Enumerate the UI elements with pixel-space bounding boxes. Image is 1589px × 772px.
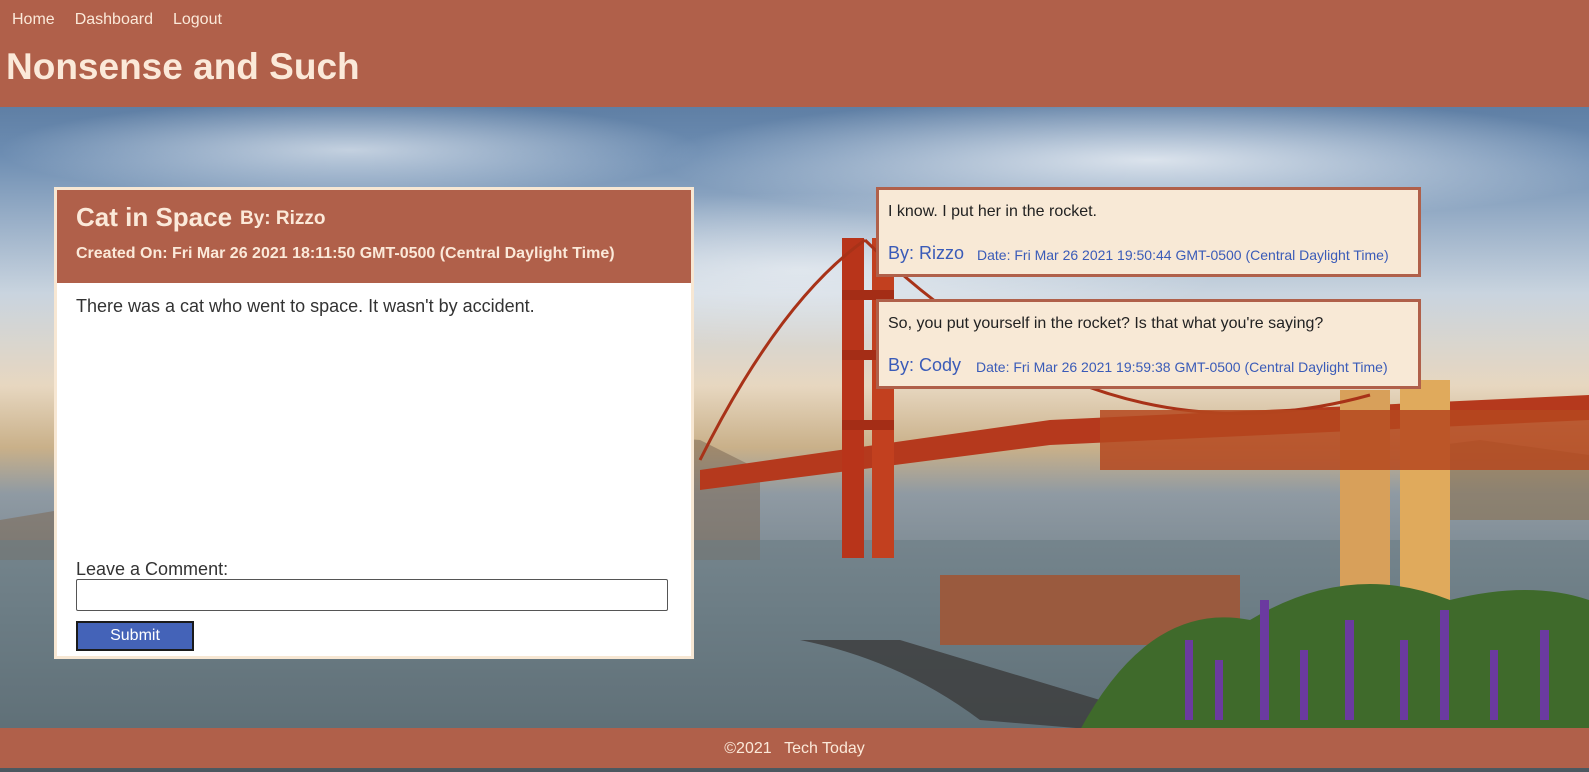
nav-home-link[interactable]: Home xyxy=(12,11,55,29)
comment-text: I know. I put her in the rocket. xyxy=(888,203,1097,220)
comment-item: I know. I put her in the rocket. By: Riz… xyxy=(876,187,1421,277)
comment-label: Leave a Comment: xyxy=(76,559,229,579)
comment-date: Date: Fri Mar 26 2021 19:59:38 GMT-0500 … xyxy=(976,359,1388,375)
post-card: Cat in Space By: Rizzo Created On: Fri M… xyxy=(54,187,694,659)
comment-text: So, you put yourself in the rocket? Is t… xyxy=(888,315,1324,332)
comment-input[interactable] xyxy=(76,579,668,611)
site-footer: ©2021 Tech Today xyxy=(0,728,1589,768)
comment-author: By: Rizzo xyxy=(888,243,965,263)
site-title: Nonsense and Such xyxy=(6,46,360,87)
comment-author: By: Cody xyxy=(888,355,962,375)
post-title: Cat in Space xyxy=(76,202,233,232)
comment-date: Date: Fri Mar 26 2021 19:50:44 GMT-0500 … xyxy=(977,247,1389,263)
post-header: Cat in Space By: Rizzo Created On: Fri M… xyxy=(57,190,691,283)
post-author: By: Rizzo xyxy=(240,208,326,229)
footer-content: ©2021 Tech Today xyxy=(0,740,1589,758)
post-body: There was a cat who went to space. It wa… xyxy=(76,296,535,316)
site-header: Home Dashboard Logout Nonsense and Such xyxy=(0,0,1589,107)
main-nav: Home Dashboard Logout xyxy=(12,11,222,29)
post-created-date: Created On: Fri Mar 26 2021 18:11:50 GMT… xyxy=(76,245,615,262)
nav-dashboard-link[interactable]: Dashboard xyxy=(75,11,153,29)
comment-item: So, you put yourself in the rocket? Is t… xyxy=(876,299,1421,389)
nav-logout-link[interactable]: Logout xyxy=(173,11,222,29)
footer-brand: Tech Today xyxy=(784,740,865,757)
copyright-text: ©2021 xyxy=(724,740,772,757)
submit-button[interactable]: Submit xyxy=(76,621,194,651)
